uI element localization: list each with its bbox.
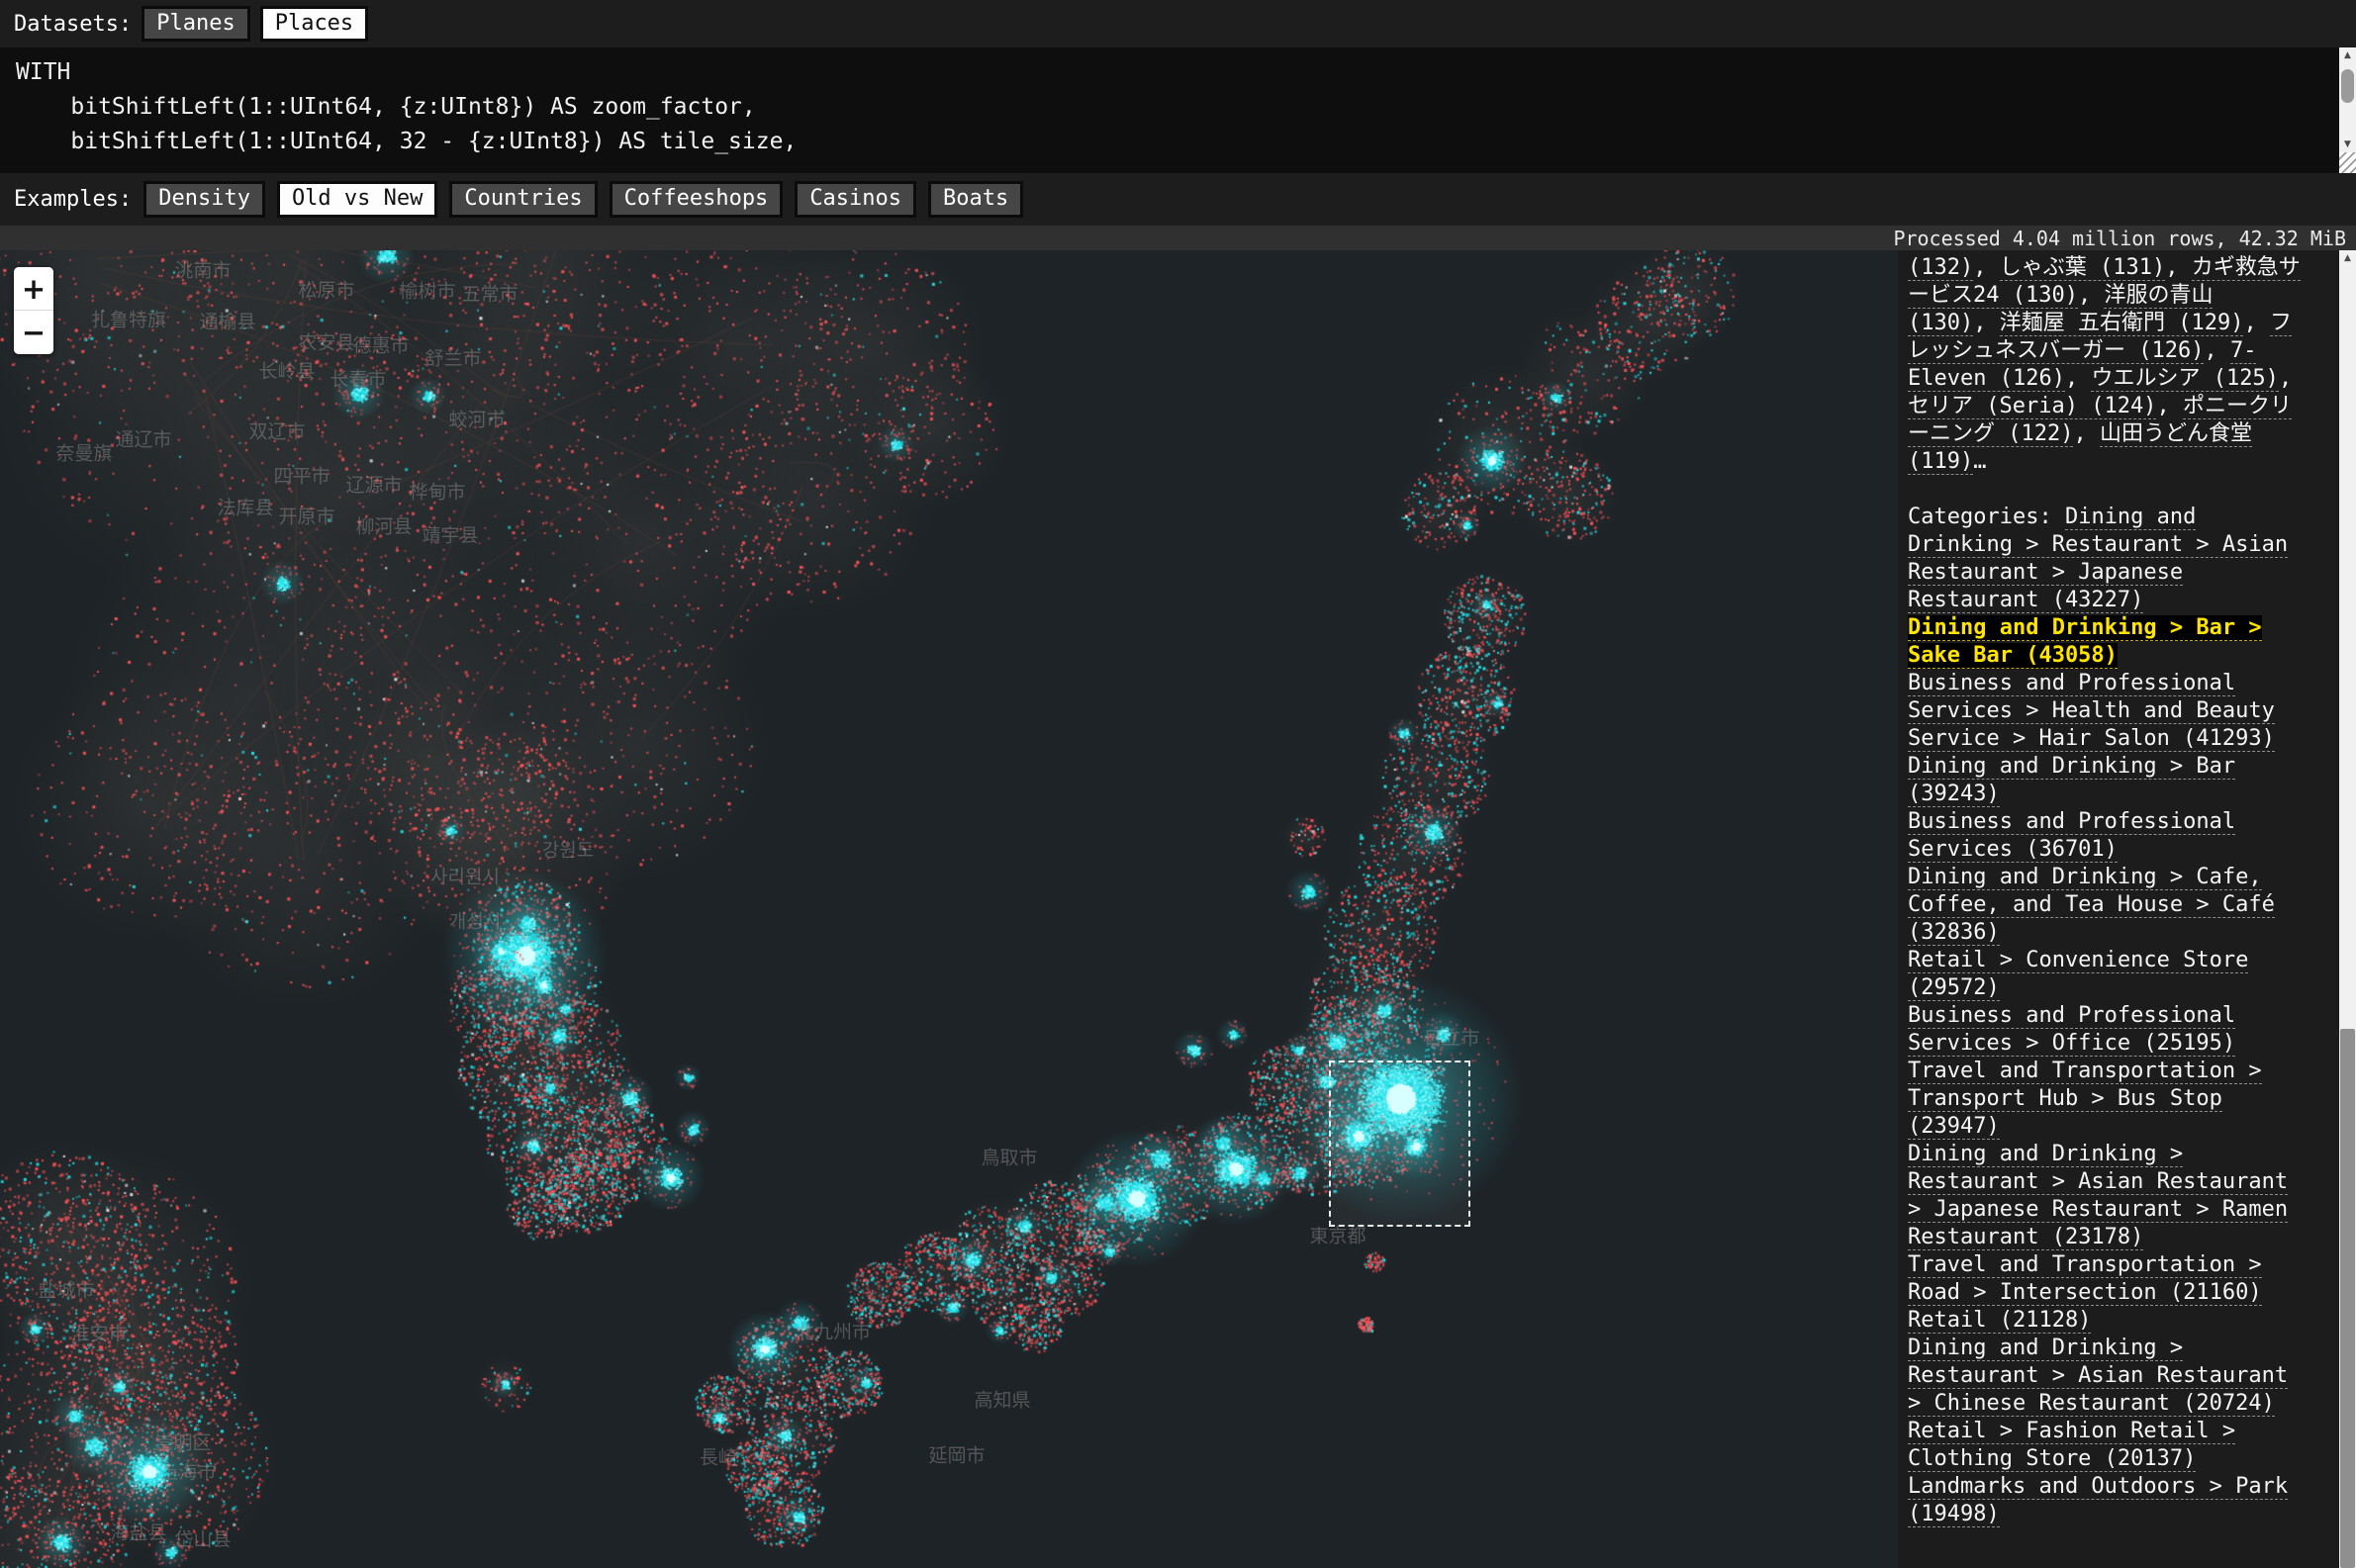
sidebar-scrollbar-thumb[interactable] (2340, 1029, 2355, 1568)
category-link[interactable]: Dining and Drinking > Restaurant > Asian… (1908, 1336, 2288, 1417)
zoom-control: + − (14, 267, 53, 354)
query-code[interactable]: WITH bitShiftLeft(1::UInt64, {z:UInt8}) … (0, 47, 2356, 167)
sidebar-scroll-up-icon[interactable]: ▲ (2339, 250, 2356, 266)
main-content: 洮南市松原市榆树市五常市扎鲁特旗通榆县农安县德惠市舒兰市长岭县长春市蛟河市通辽市… (0, 250, 2356, 1568)
example-button-boats[interactable]: Boats (928, 181, 1023, 217)
resize-grip-icon[interactable] (2339, 152, 2356, 173)
results-sidebar: (132), しゃぶ葉 (131), カギ救急サービス24 (130), 洋服の… (1898, 250, 2339, 1568)
brand-link[interactable]: セリア (Seria) (124) (1908, 394, 2156, 419)
example-button-coffeeshops[interactable]: Coffeeshops (610, 181, 784, 217)
editor-scrollbar-thumb[interactable] (2341, 69, 2354, 103)
datasets-label: Datasets: (14, 12, 132, 37)
categories-label: Categories: (1908, 505, 2052, 529)
category-link[interactable]: Retail (21128) (1908, 1308, 2091, 1334)
example-button-casinos[interactable]: Casinos (795, 181, 916, 217)
datasets-bar: Datasets: Planes Places (0, 0, 2356, 47)
category-link[interactable]: Landmarks and Outdoors > Park (19498) (1908, 1474, 2288, 1527)
brand-link[interactable]: (132) (1908, 255, 1973, 281)
category-link[interactable]: Business and Professional Services (3670… (1908, 809, 2235, 863)
brand-link[interactable]: しゃぶ葉 (131) (2000, 255, 2165, 281)
examples-bar: Examples: Density Old vs New Countries C… (0, 173, 2356, 226)
category-link[interactable]: Business and Professional Services > Off… (1908, 1003, 2235, 1057)
status-text: Processed 4.04 million rows, 42.32 MiB (1893, 227, 2346, 250)
category-link[interactable]: Travel and Transportation > Road > Inter… (1908, 1252, 2262, 1306)
category-link[interactable]: Dining and Drinking > Cafe, Coffee, and … (1908, 865, 2275, 946)
examples-label: Examples: (14, 187, 132, 212)
brand-link[interactable]: ウエルシア (125) (2091, 366, 2278, 392)
example-button-old-vs-new[interactable]: Old vs New (277, 181, 437, 217)
brands-section: (132), しゃぶ葉 (131), カギ救急サービス24 (130), 洋服の… (1908, 254, 2304, 476)
category-link[interactable]: Retail > Fashion Retail > Clothing Store… (1908, 1419, 2235, 1472)
sidebar-scrollbar[interactable]: ▲ (2339, 250, 2356, 1568)
zoom-in-button[interactable]: + (14, 267, 53, 311)
status-bar: Processed 4.04 million rows, 42.32 MiB (0, 226, 2356, 250)
map-canvas[interactable] (0, 250, 1898, 1568)
dataset-button-places[interactable]: Places (260, 6, 368, 42)
zoom-out-button[interactable]: − (14, 311, 53, 354)
scroll-down-icon[interactable]: ▼ (2339, 137, 2356, 152)
scroll-up-icon[interactable]: ▲ (2339, 47, 2356, 63)
category-link[interactable]: Business and Professional Services > Hea… (1908, 671, 2275, 752)
editor-scrollbar[interactable]: ▲ ▼ (2339, 47, 2356, 152)
category-link[interactable]: Dining and Drinking > Restaurant > Asian… (1908, 1142, 2288, 1250)
example-button-countries[interactable]: Countries (449, 181, 597, 217)
category-link[interactable]: Retail > Convenience Store (29572) (1908, 948, 2248, 1001)
map-selection-rectangle[interactable] (1329, 1061, 1470, 1227)
categories-section: Categories: Dining and Drinking > Restau… (1908, 504, 2304, 1528)
app: { "datasets_bar": { "label": "Datasets:"… (0, 0, 2356, 1568)
dataset-button-planes[interactable]: Planes (141, 6, 249, 42)
category-link-highlighted[interactable]: Dining and Drinking > Bar > Sake Bar (43… (1908, 615, 2262, 669)
map-panel[interactable]: 洮南市松原市榆树市五常市扎鲁特旗通榆县农安县德惠市舒兰市长岭县长春市蛟河市通辽市… (0, 250, 1898, 1568)
category-link[interactable]: Dining and Drinking > Bar (39243) (1908, 754, 2235, 807)
brand-link[interactable]: 洋麺屋 五右衛門 (129) (2000, 311, 2244, 336)
example-button-density[interactable]: Density (143, 181, 265, 217)
query-editor[interactable]: WITH bitShiftLeft(1::UInt64, {z:UInt8}) … (0, 47, 2356, 173)
category-link[interactable]: Travel and Transportation > Transport Hu… (1908, 1059, 2262, 1140)
